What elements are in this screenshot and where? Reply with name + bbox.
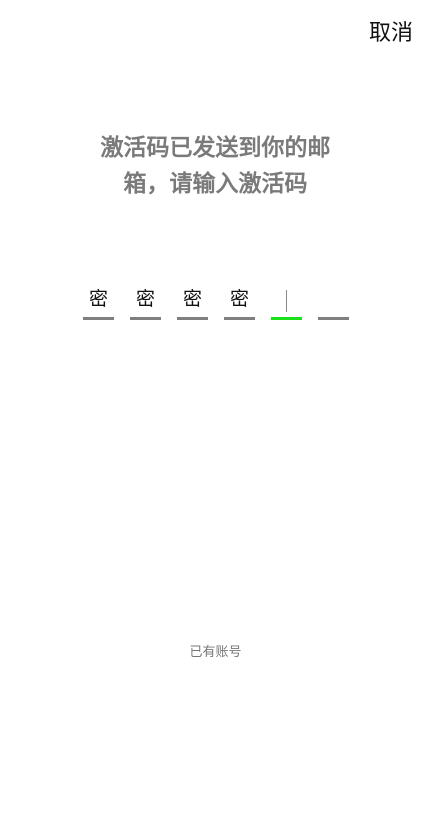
- title-line-1: 激活码已发送到你的邮: [100, 135, 331, 161]
- has-account-link[interactable]: 已有账号: [0, 641, 431, 660]
- code-char: 密: [182, 288, 202, 310]
- text-cursor: [286, 290, 287, 312]
- code-underline: [177, 317, 208, 320]
- code-cell-3[interactable]: 密: [177, 282, 208, 320]
- cancel-button[interactable]: 取消: [369, 18, 413, 50]
- page-title: 激活码已发送到你的邮 箱，请输入激活码: [0, 130, 431, 202]
- code-cell-6[interactable]: [318, 282, 349, 320]
- activation-code-input[interactable]: 密 密 密 密: [83, 282, 349, 320]
- code-cell-5[interactable]: [271, 282, 302, 320]
- code-underline: [83, 317, 114, 320]
- code-char: 密: [135, 288, 155, 310]
- code-cell-1[interactable]: 密: [83, 282, 114, 320]
- code-cell-2[interactable]: 密: [130, 282, 161, 320]
- title-line-2: 箱，请输入激活码: [123, 171, 308, 197]
- code-char: 密: [88, 288, 108, 310]
- code-underline: [130, 317, 161, 320]
- code-underline: [318, 317, 349, 320]
- code-cell-4[interactable]: 密: [224, 282, 255, 320]
- code-underline: [224, 317, 255, 320]
- code-underline-active: [271, 317, 302, 320]
- code-char: 密: [229, 288, 249, 310]
